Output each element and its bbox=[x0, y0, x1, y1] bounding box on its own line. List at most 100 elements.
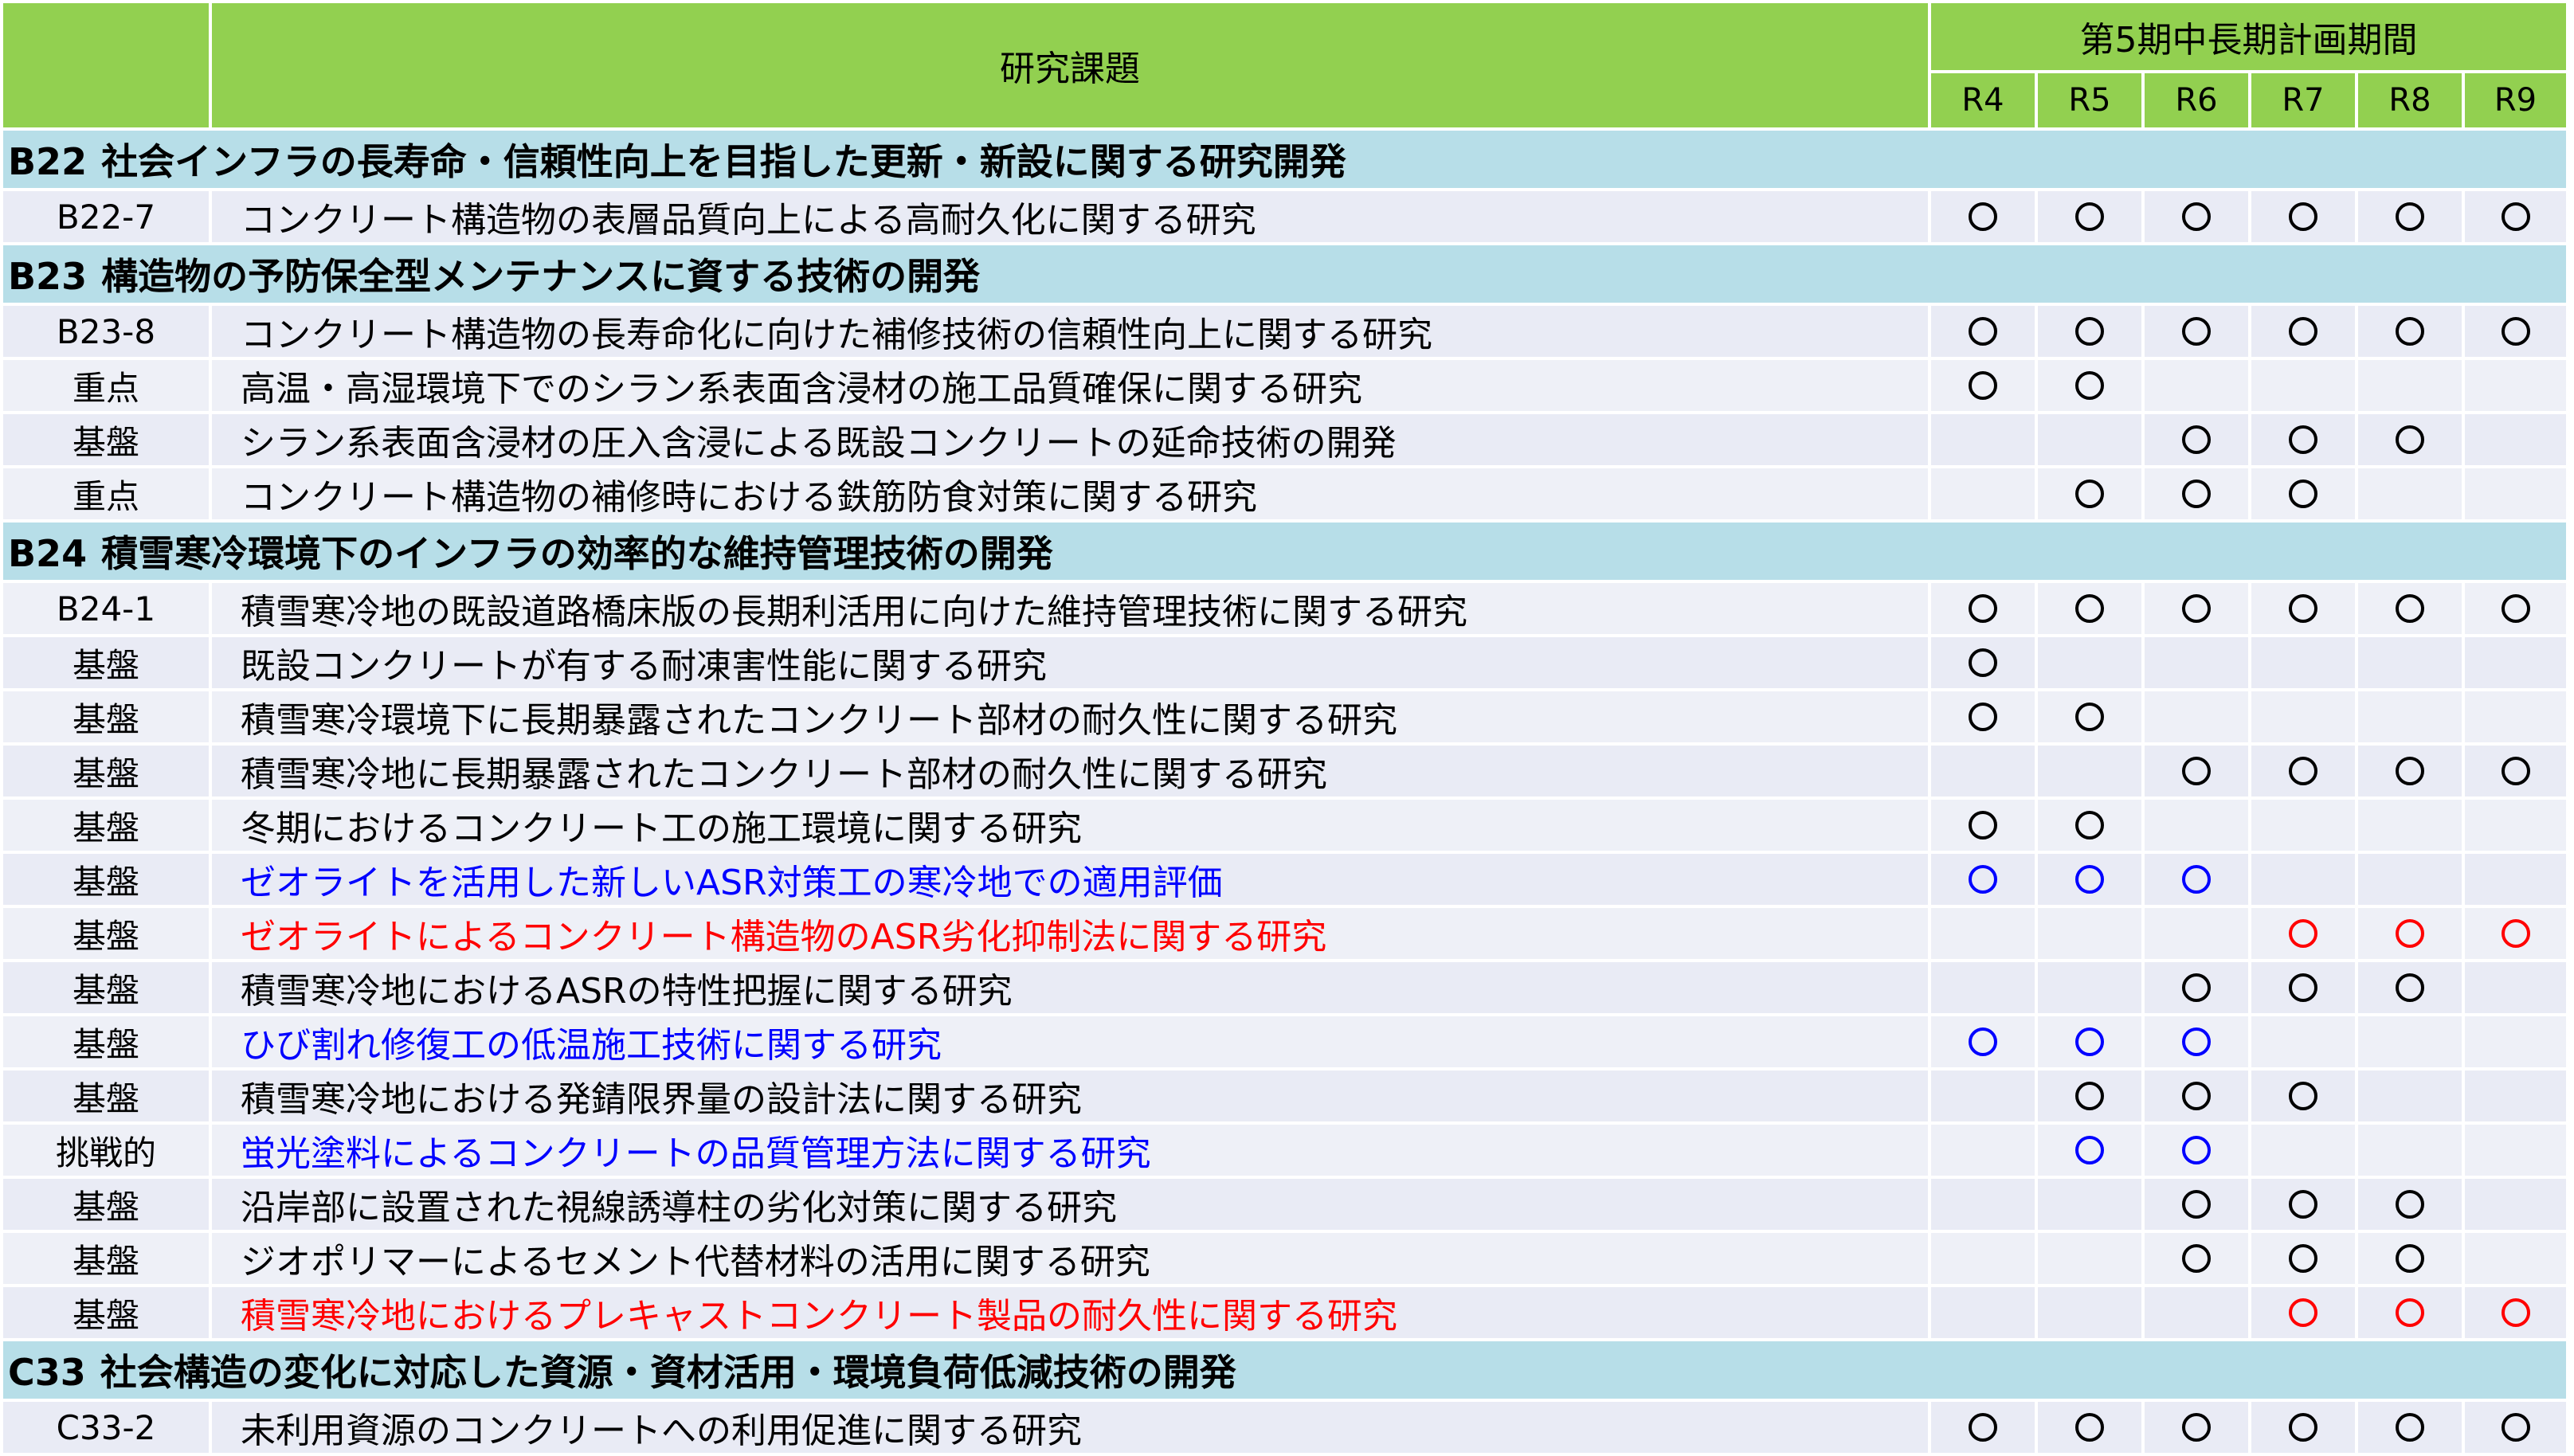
schedule-cell-r5 bbox=[2035, 905, 2145, 962]
group-title: 社会インフラの長寿命・信頼性向上を目指した更新・新設に関する研究開発 bbox=[101, 140, 1346, 183]
schedule-cell-r7 bbox=[2248, 357, 2358, 414]
schedule-cell-r4 bbox=[1928, 1013, 2038, 1070]
circle-mark-icon bbox=[1969, 317, 1997, 346]
schedule-cell-r9 bbox=[2462, 465, 2569, 523]
schedule-cell-r7 bbox=[2248, 1230, 2358, 1287]
row-code: 基盤 bbox=[0, 1067, 212, 1125]
row-code: B22-7 bbox=[0, 188, 212, 245]
schedule-cell-r7 bbox=[2248, 303, 2358, 360]
schedule-cell-r4 bbox=[1928, 634, 2038, 691]
schedule-cell-r7 bbox=[2248, 580, 2358, 637]
schedule-cell-r6 bbox=[2141, 1284, 2251, 1341]
schedule-cell-r4 bbox=[1928, 1399, 2038, 1456]
schedule-cell-r7 bbox=[2248, 634, 2358, 691]
circle-mark-icon bbox=[2396, 757, 2424, 785]
circle-mark-icon bbox=[2075, 202, 2104, 231]
row-title: 冬期におけるコンクリート工の施工環境に関する研究 bbox=[209, 796, 1931, 854]
row-code: 基盤 bbox=[0, 411, 212, 468]
table-row: B23-8 コンクリート構造物の長寿命化に向けた補修技術の信頼性向上に関する研究 bbox=[0, 303, 2569, 360]
circle-mark-icon bbox=[2289, 1413, 2317, 1442]
schedule-cell-r7 bbox=[2248, 796, 2358, 854]
schedule-cell-r6 bbox=[2141, 634, 2251, 691]
schedule-cell-r5 bbox=[2035, 1284, 2145, 1341]
schedule-cell-r5 bbox=[2035, 1399, 2145, 1456]
circle-mark-icon bbox=[2075, 811, 2104, 840]
schedule-cell-r5 bbox=[2035, 796, 2145, 854]
circle-mark-icon bbox=[2396, 1413, 2424, 1442]
circle-mark-icon bbox=[1969, 202, 1997, 231]
schedule-cell-r6 bbox=[2141, 303, 2251, 360]
circle-mark-icon bbox=[1969, 1413, 1997, 1442]
row-code: 重点 bbox=[0, 357, 212, 414]
schedule-cell-r6 bbox=[2141, 465, 2251, 523]
row-code: 基盤 bbox=[0, 959, 212, 1016]
schedule-cell-r7 bbox=[2248, 1176, 2358, 1233]
group-title: 積雪寒冷環境下のインフラの効率的な維持管理技術の開発 bbox=[101, 532, 1053, 575]
schedule-cell-r8 bbox=[2355, 1284, 2465, 1341]
research-schedule-table: 研究課題 第5期中長期計画期間 R4 R5 R6 R7 R8 R9 B22 社会イ… bbox=[0, 0, 2569, 1456]
schedule-cell-r8 bbox=[2355, 580, 2465, 637]
schedule-cell-r8 bbox=[2355, 1121, 2465, 1179]
circle-mark-icon bbox=[2075, 1136, 2104, 1164]
circle-mark-icon bbox=[2289, 1298, 2317, 1327]
group-code: B22 bbox=[8, 140, 88, 183]
schedule-cell-r7 bbox=[2248, 742, 2358, 800]
row-title: 積雪寒冷地に長期暴露されたコンクリート部材の耐久性に関する研究 bbox=[209, 742, 1931, 800]
schedule-cell-r7 bbox=[2248, 1013, 2358, 1070]
schedule-cell-r6 bbox=[2141, 1067, 2251, 1125]
schedule-cell-r4 bbox=[1928, 742, 2038, 800]
circle-mark-icon bbox=[2075, 1082, 2104, 1110]
row-title: ゼオライトを活用した新しいASR対策工の寒冷地での適用評価 bbox=[209, 851, 1931, 908]
schedule-cell-r9 bbox=[2462, 688, 2569, 746]
row-title: 積雪寒冷地におけるプレキャストコンクリート製品の耐久性に関する研究 bbox=[209, 1284, 1931, 1341]
row-code: 基盤 bbox=[0, 742, 212, 800]
row-title: ゼオライトによるコンクリート構造物のASR劣化抑制法に関する研究 bbox=[209, 905, 1931, 962]
circle-mark-icon bbox=[2289, 479, 2317, 508]
circle-mark-icon bbox=[2075, 865, 2104, 894]
circle-mark-icon bbox=[2182, 1136, 2211, 1164]
group-row: B23 構造物の予防保全型メンテナンスに資する技術の開発 bbox=[0, 242, 2569, 306]
schedule-cell-r5 bbox=[2035, 851, 2145, 908]
schedule-cell-r8 bbox=[2355, 796, 2465, 854]
table-row: 基盤 積雪寒冷地に長期暴露されたコンクリート部材の耐久性に関する研究 bbox=[0, 742, 2569, 800]
header-year-r6: R6 bbox=[2141, 70, 2251, 131]
schedule-cell-r9 bbox=[2462, 851, 2569, 908]
table-row: C33-2 未利用資源のコンクリートへの利用促進に関する研究 bbox=[0, 1399, 2569, 1456]
schedule-cell-r7 bbox=[2248, 959, 2358, 1016]
circle-mark-icon bbox=[2396, 1244, 2424, 1273]
row-title: 積雪寒冷地における発錆限界量の設計法に関する研究 bbox=[209, 1067, 1931, 1125]
schedule-cell-r5 bbox=[2035, 742, 2145, 800]
row-title: シラン系表面含浸材の圧入含浸による既設コンクリートの延命技術の開発 bbox=[209, 411, 1931, 468]
schedule-cell-r4 bbox=[1928, 188, 2038, 245]
row-code: C33-2 bbox=[0, 1399, 212, 1456]
circle-mark-icon bbox=[2501, 202, 2530, 231]
schedule-cell-r4 bbox=[1928, 303, 2038, 360]
table-row: 基盤 積雪寒冷地におけるASRの特性把握に関する研究 bbox=[0, 959, 2569, 1016]
schedule-cell-r9 bbox=[2462, 1176, 2569, 1233]
schedule-cell-r4 bbox=[1928, 688, 2038, 746]
schedule-cell-r8 bbox=[2355, 1230, 2465, 1287]
schedule-cell-r7 bbox=[2248, 1121, 2358, 1179]
schedule-cell-r4 bbox=[1928, 411, 2038, 468]
row-code: 基盤 bbox=[0, 1284, 212, 1341]
circle-mark-icon bbox=[2289, 1190, 2317, 1219]
schedule-cell-r8 bbox=[2355, 1176, 2465, 1233]
circle-mark-icon bbox=[2075, 371, 2104, 400]
header-plan-period: 第5期中長期計画期間 bbox=[1928, 0, 2569, 73]
row-code: 基盤 bbox=[0, 1176, 212, 1233]
row-title: コンクリート構造物の長寿命化に向けた補修技術の信頼性向上に関する研究 bbox=[209, 303, 1931, 360]
table-row: 基盤 ひび割れ修復工の低温施工技術に関する研究 bbox=[0, 1013, 2569, 1070]
row-title: 既設コンクリートが有する耐凍害性能に関する研究 bbox=[209, 634, 1931, 691]
schedule-cell-r6 bbox=[2141, 1399, 2251, 1456]
schedule-cell-r5 bbox=[2035, 580, 2145, 637]
group-code: B24 bbox=[8, 532, 88, 575]
header-year-r4: R4 bbox=[1928, 70, 2038, 131]
circle-mark-icon bbox=[2396, 425, 2424, 454]
schedule-cell-r4 bbox=[1928, 1176, 2038, 1233]
circle-mark-icon bbox=[2289, 1244, 2317, 1273]
schedule-cell-r5 bbox=[2035, 188, 2145, 245]
header-research-topic: 研究課題 bbox=[209, 0, 1931, 131]
group-heading: C33 社会構造の変化に対応した資源・資材活用・環境負荷低減技術の開発 bbox=[0, 1338, 2569, 1402]
circle-mark-icon bbox=[1969, 1027, 1997, 1056]
schedule-cell-r6 bbox=[2141, 851, 2251, 908]
